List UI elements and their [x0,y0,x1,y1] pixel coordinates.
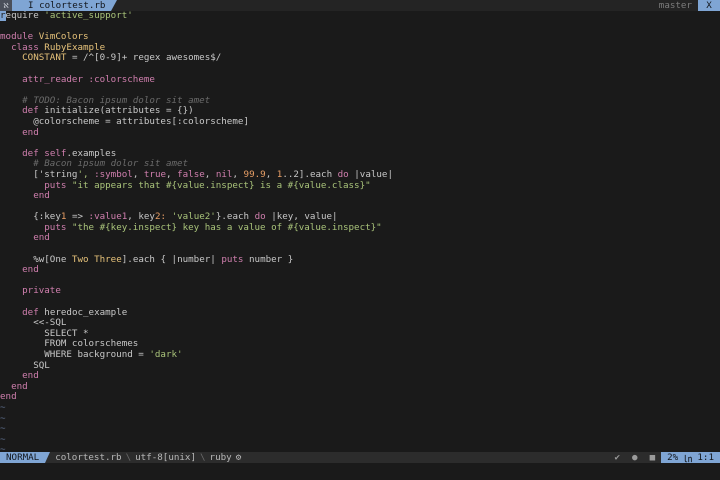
code-line[interactable]: SQL [0,360,720,372]
code-line[interactable]: WHERE background = 'dark' [0,349,720,361]
code-line[interactable]: %w[One Two Three].each { |number| puts n… [0,254,720,266]
tab-colortest[interactable]: I colortest.rb [12,0,118,11]
code-line[interactable]: end [0,127,720,139]
code-line[interactable]: puts "it appears that #{value.inspect} i… [0,180,720,192]
empty-line-marker[interactable]: ~ [0,434,720,446]
vim-logo-icon: ℵ [0,0,12,11]
status-position-box: 2% ㏑ 1:1 [661,452,720,465]
code-line[interactable]: end [0,233,720,244]
code-line[interactable]: module VimColors [0,31,720,43]
empty-line-marker[interactable]: ~ [0,413,720,425]
empty-line-marker[interactable]: ~ [0,402,720,414]
empty-line-marker[interactable]: ~ [0,423,720,435]
status-filetype: ruby [209,452,232,463]
mode-indicator: NORMAL [0,452,51,463]
filetype-icon: ⚙ [235,452,242,463]
tabline: ℵ I colortest.rb master X [0,0,720,11]
status-cursor-position: 1:1 [697,452,714,463]
code-line[interactable]: attr_reader :colorscheme [0,74,720,86]
git-branch: master [658,0,692,11]
close-tab-button[interactable]: X [698,0,720,11]
status-encoding: utf-8[unix] [135,452,196,463]
code-line[interactable]: @colorscheme = attributes[:colorscheme] [0,116,720,128]
command-line[interactable] [0,463,720,480]
code-line[interactable]: end [0,370,720,382]
editor-buffer[interactable]: require 'active_support'module VimColors… [0,11,720,452]
code-line[interactable]: <<-SQL [0,318,720,329]
status-percent: 2% [667,452,679,463]
empty-line-marker[interactable]: ~ [0,445,720,452]
check-icon: ✔ [614,452,621,463]
code-line[interactable]: puts "the #{key.inspect} key has a value… [0,222,720,234]
code-line[interactable] [0,276,720,287]
status-filename: colortest.rb [55,452,122,463]
square-icon: ■ [649,452,656,463]
code-line[interactable]: end [0,381,720,393]
statusline: NORMAL colortest.rb \ utf-8[unix] \ ruby… [0,452,720,465]
code-line[interactable]: end [0,264,720,276]
code-line[interactable]: require 'active_support' [0,11,720,22]
code-line[interactable]: end [0,190,720,202]
code-line[interactable]: private [0,286,720,297]
code-line[interactable]: def heredoc_example [0,307,720,319]
code-line[interactable] [0,22,720,33]
dot-icon: ● [632,452,638,463]
code-line[interactable]: CONSTANT = /^[0-9]+ regex awesomes$/ [0,53,720,64]
code-line[interactable]: end [0,392,720,403]
